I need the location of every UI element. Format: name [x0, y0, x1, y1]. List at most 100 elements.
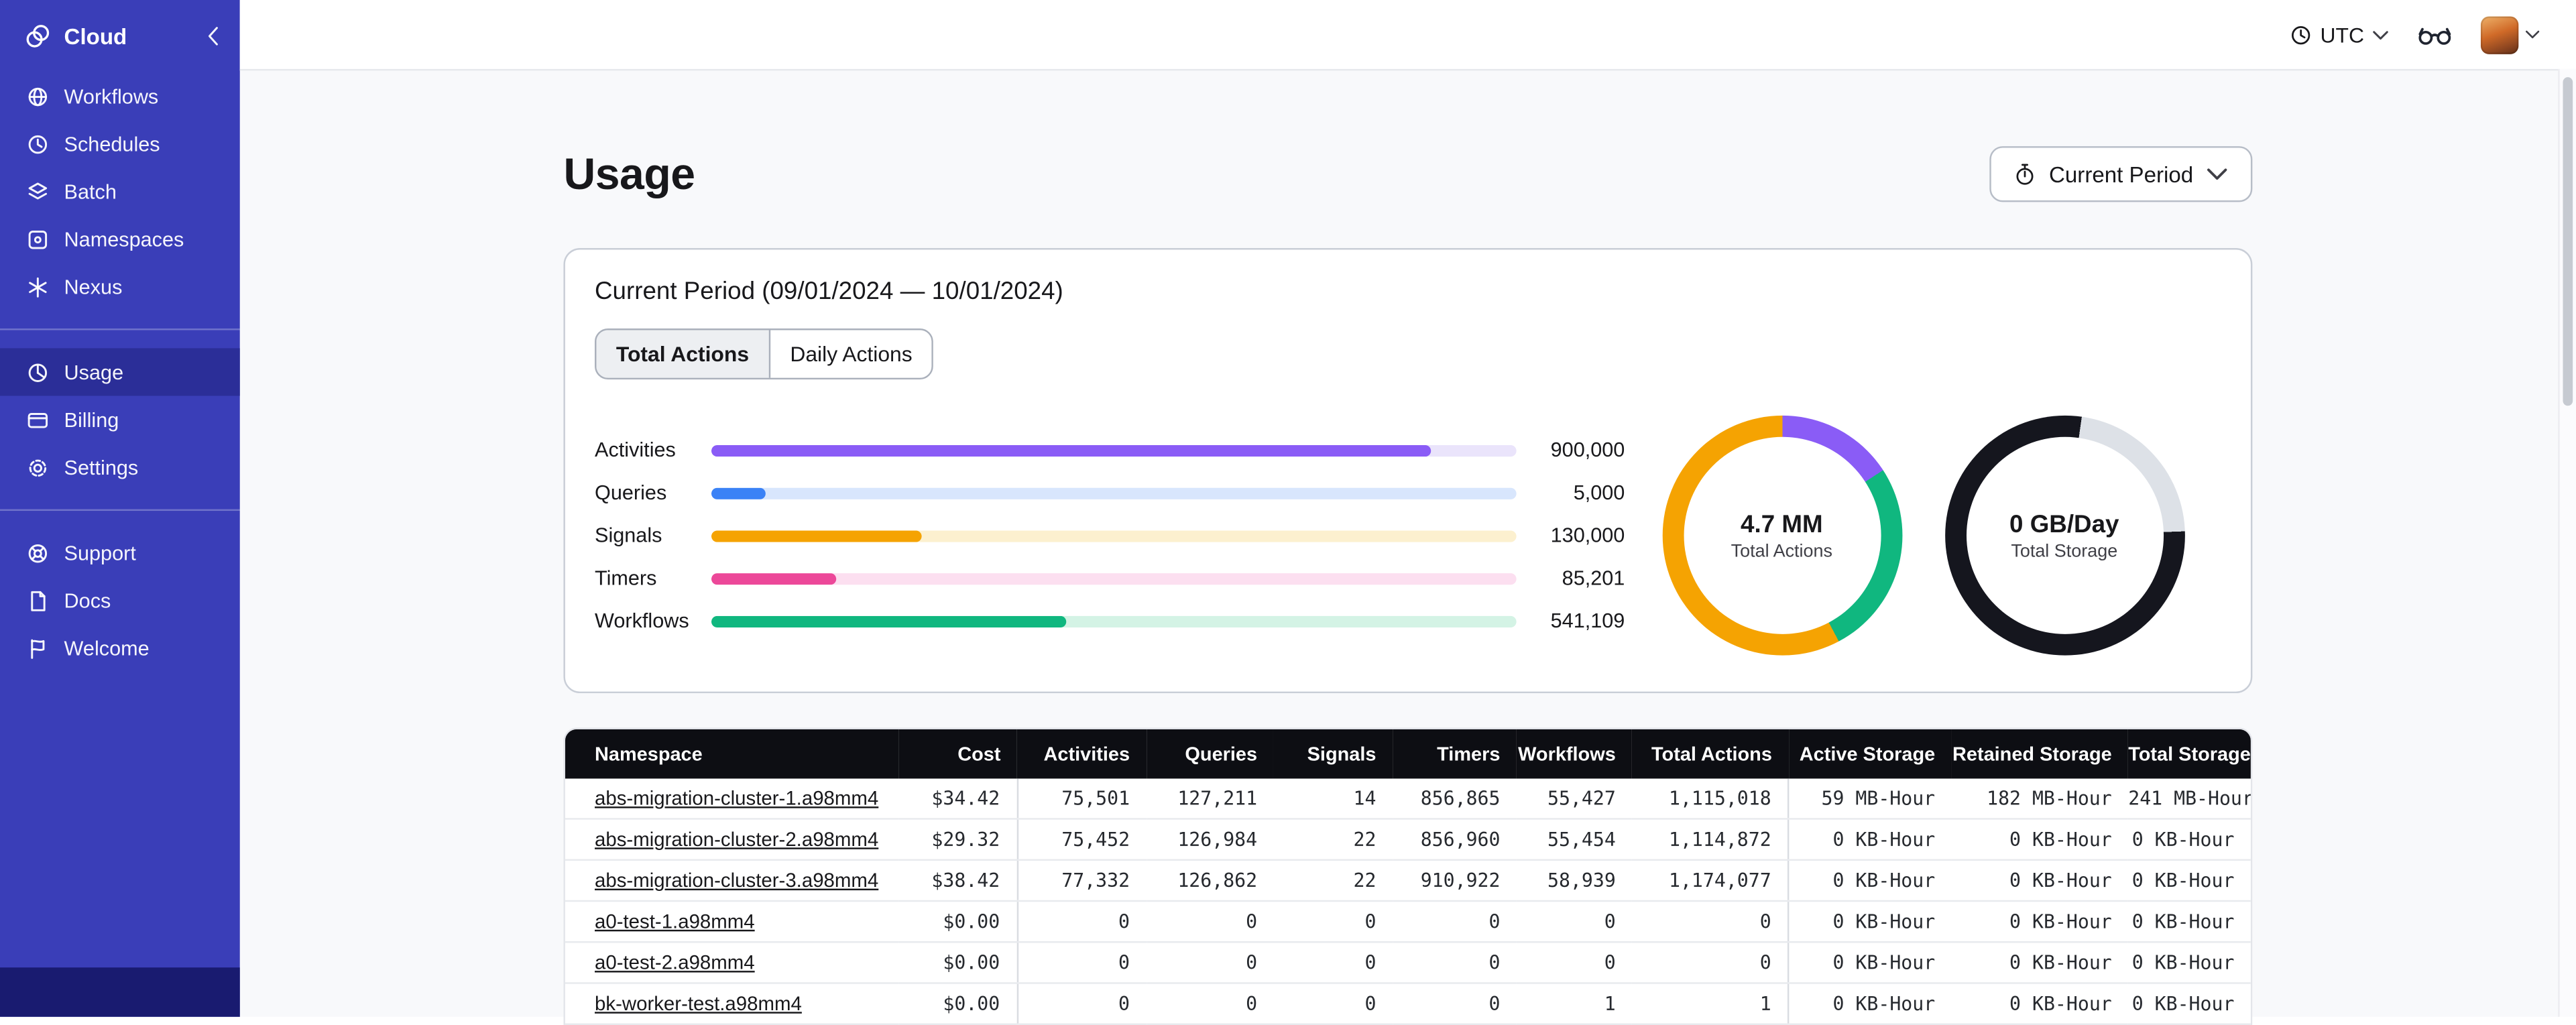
- bar-value: 5,000: [1573, 481, 1625, 505]
- timezone-selector[interactable]: UTC: [2290, 22, 2388, 47]
- donut-label: Total Actions: [1731, 541, 1833, 561]
- col-header-activities: Activities: [1016, 729, 1147, 779]
- col-header-queries: Queries: [1146, 729, 1274, 779]
- value-cell: $0.00: [898, 942, 1017, 984]
- value-cell: 1,114,872: [1632, 819, 1789, 861]
- bar-label: Activities: [595, 438, 676, 462]
- sidebar-item-namespaces[interactable]: Namespaces: [0, 215, 240, 263]
- namespace-link[interactable]: abs-migration-cluster-2.a98mm4: [595, 828, 878, 851]
- tab-total-actions[interactable]: Total Actions: [596, 330, 769, 378]
- value-cell: 59 MB-Hour: [1788, 778, 1952, 820]
- value-cell: $0.00: [898, 983, 1017, 1025]
- sidebar-brand[interactable]: Cloud: [0, 0, 240, 72]
- value-cell: 0 KB-Hour: [1951, 942, 2129, 984]
- bar-label: Signals: [595, 524, 662, 547]
- bar-fill: [711, 615, 1067, 627]
- namespace-cell: bk-worker-test.a98mm4: [565, 983, 898, 1025]
- value-cell: 55,427: [1516, 778, 1633, 820]
- value-cell: 0 KB-Hour: [1951, 900, 2129, 943]
- value-cell: $0.00: [898, 900, 1017, 943]
- value-cell: 0 KB-Hour: [2128, 900, 2251, 943]
- sidebar-item-support[interactable]: Support: [0, 529, 240, 577]
- sidebar-item-batch[interactable]: Batch: [0, 168, 240, 215]
- col-header-active-storage: Active Storage: [1788, 729, 1952, 779]
- timezone-label: UTC: [2320, 22, 2364, 47]
- col-header-workflows: Workflows: [1516, 729, 1633, 779]
- table-row: abs-migration-cluster-1.a98mm4 $34.42 75,5…: [565, 778, 2251, 820]
- namespace-link[interactable]: a0-test-2.a98mm4: [595, 951, 755, 974]
- content: Usage Current Period Current Period (09/…: [563, 70, 2253, 1025]
- glasses-icon[interactable]: [2418, 24, 2451, 46]
- sidebar-item-label: Support: [64, 541, 136, 564]
- chevron-down-icon: [2372, 29, 2389, 40]
- temporal-logo-icon: [25, 23, 51, 49]
- chevron-down-icon: [2207, 163, 2228, 186]
- sidebar-footer: [0, 967, 240, 1017]
- value-cell: 0: [1016, 942, 1147, 984]
- value-cell: 856,960: [1392, 819, 1517, 861]
- value-cell: 0: [1016, 900, 1147, 943]
- usage-icon: [26, 361, 49, 383]
- col-header-timers: Timers: [1392, 729, 1517, 779]
- sidebar-item-welcome[interactable]: Welcome: [0, 624, 240, 672]
- namespace-link[interactable]: abs-migration-cluster-1.a98mm4: [595, 787, 878, 810]
- scrollbar-thumb[interactable]: [2563, 77, 2573, 406]
- sidebar-item-label: Billing: [64, 408, 119, 432]
- value-cell: 0: [1273, 900, 1393, 943]
- tab-daily-actions[interactable]: Daily Actions: [768, 330, 933, 378]
- schedules-icon: [26, 132, 49, 155]
- sidebar-nav: Workflows Schedules Batch Namespaces Nexus Us…: [0, 72, 240, 672]
- sidebar-item-usage[interactable]: Usage: [0, 348, 240, 396]
- value-cell: $29.32: [898, 819, 1017, 861]
- sidebar-item-docs[interactable]: Docs: [0, 577, 240, 624]
- topbar: UTC: [239, 0, 2576, 71]
- user-avatar[interactable]: [2480, 15, 2519, 54]
- value-cell: 126,984: [1146, 819, 1274, 861]
- namespace-link[interactable]: bk-worker-test.a98mm4: [595, 992, 802, 1015]
- value-cell: 0: [1392, 900, 1517, 943]
- sidebar-item-workflows[interactable]: Workflows: [0, 72, 240, 120]
- sidebar-item-label: Namespaces: [64, 227, 184, 251]
- value-cell: 0: [1146, 983, 1274, 1025]
- bar-fill: [711, 530, 922, 542]
- collapse-sidebar-icon[interactable]: [207, 26, 221, 46]
- vertical-scrollbar[interactable]: [2558, 68, 2576, 1017]
- sidebar-item-nexus[interactable]: Nexus: [0, 263, 240, 310]
- namespace-link[interactable]: a0-test-1.a98mm4: [595, 910, 755, 932]
- main-area: UTC Usage Current Period Current Period …: [239, 0, 2576, 1025]
- value-cell: 1: [1632, 983, 1789, 1025]
- namespaces-icon: [26, 227, 49, 250]
- bar-track: [711, 487, 1517, 499]
- settings-icon: [26, 456, 49, 479]
- value-cell: 910,922: [1392, 859, 1517, 902]
- value-cell: 58,939: [1516, 859, 1633, 902]
- usage-card-title: Current Period (09/01/2024 — 10/01/2024): [595, 278, 1063, 306]
- namespace-link[interactable]: abs-migration-cluster-3.a98mm4: [595, 869, 878, 892]
- value-cell: 0: [1146, 900, 1274, 943]
- sidebar-item-label: Docs: [64, 589, 111, 612]
- table-row: a0-test-2.a98mm4 $0.00 0 0 0 0 0 0 0 KB-Hour 0 KB…: [565, 942, 2251, 984]
- donut-value: 4.7 MM: [1741, 509, 1823, 538]
- value-cell: 22: [1273, 859, 1393, 902]
- usage-donut-charts: 4.7 MM Total Actions 0 GB/Day Total Storage: [1625, 415, 2221, 656]
- value-cell: 182 MB-Hour: [1951, 778, 2129, 820]
- sidebar-item-billing[interactable]: Billing: [0, 396, 240, 444]
- sidebar-item-settings[interactable]: Settings: [0, 444, 240, 491]
- actions-tab-group: Total Actions Daily Actions: [595, 328, 934, 380]
- batch-icon: [26, 180, 49, 202]
- docs-icon: [26, 589, 49, 611]
- usage-bar-row: Signals 130,000: [595, 524, 1625, 547]
- value-cell: 0: [1392, 983, 1517, 1025]
- value-cell: 22: [1273, 819, 1393, 861]
- period-selector-button[interactable]: Current Period: [1989, 146, 2253, 202]
- value-cell: 75,452: [1016, 819, 1147, 861]
- page-header: Usage Current Period: [563, 146, 2253, 202]
- sidebar-item-schedules[interactable]: Schedules: [0, 120, 240, 168]
- sidebar-separator: [0, 328, 240, 330]
- value-cell: 0 KB-Hour: [1788, 859, 1952, 902]
- value-cell: 0 KB-Hour: [1951, 819, 2129, 861]
- user-menu[interactable]: [2480, 15, 2540, 54]
- value-cell: 0 KB-Hour: [1951, 859, 2129, 902]
- bar-track: [711, 572, 1517, 585]
- table-header-row: Namespace Cost Activities Queries Signals Tim…: [565, 729, 2251, 779]
